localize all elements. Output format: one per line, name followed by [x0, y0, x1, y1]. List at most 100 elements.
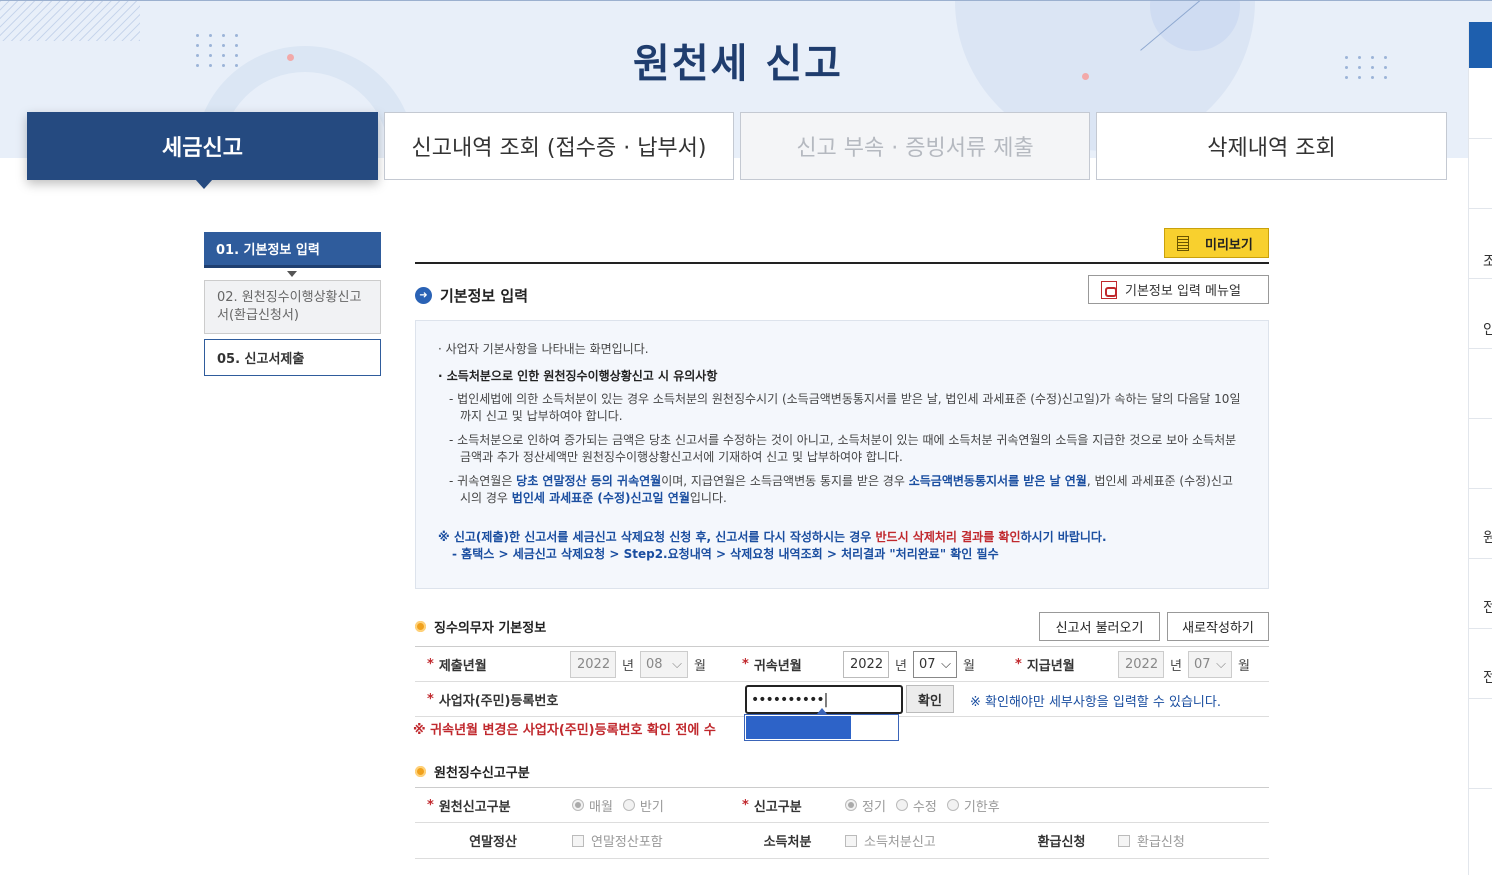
section-heading: 원천징수신고구분 — [415, 762, 530, 781]
notice-item: · 소득처분으로 인한 원천징수이행상황신고 시 유의사항 — [438, 369, 718, 383]
yearend-label: 연말정산 — [469, 835, 517, 850]
notice-warning: ※ 신고(제출)한 신고서를 세금신고 삭제요청 신청 후, 신고서를 다시 작… — [438, 529, 1246, 546]
unit-label: 년 — [895, 658, 907, 674]
bullet-icon — [415, 621, 426, 632]
label-text: 제출년월 — [438, 658, 487, 674]
option-label: 소득처분신고 — [864, 835, 936, 850]
report-type-options: 매월 반기 — [572, 788, 730, 822]
tab-attachment-submit[interactable]: 신고 부속 · 증빙서류 제출 — [740, 112, 1090, 180]
attr-ym-field: 2022 년 07 ⌵ 월 — [843, 647, 1003, 681]
refund-label: 환급신청 — [1037, 835, 1086, 850]
tab-tax-report[interactable]: 세금신고 — [27, 112, 378, 189]
option-label: 매월 — [589, 799, 613, 815]
confirm-button[interactable]: 확인 — [906, 685, 954, 713]
notice-box: · 사업자 기본사항을 나타내는 화면입니다. · 소득처분으로 인한 원천징수… — [415, 320, 1269, 589]
radio-monthly[interactable]: 매월 — [572, 796, 613, 815]
grid-row: * 제출년월 2022 년 08 ⌵ 월 * 귀속년월 2022 년 07 ⌵ 월 * 지… — [415, 647, 1269, 682]
side-panel-row — [1469, 698, 1492, 788]
report-kind-label: * 신고구분 — [742, 797, 802, 815]
checkbox-refund[interactable]: 환급신청 — [1118, 831, 1185, 850]
side-panel-edge: 조 인 원 전 전 — [1468, 22, 1492, 875]
pay-year-input[interactable]: 2022 — [1118, 650, 1164, 678]
notice-item: · 사업자 기본사항을 나타내는 화면입니다. — [438, 342, 649, 356]
submit-year-input[interactable]: 2022 — [570, 650, 616, 678]
side-panel-row: 인 — [1469, 278, 1492, 348]
tab-report-history[interactable]: 신고내역 조회 (접수증 · 납부서) — [384, 112, 734, 180]
notice-text: 하시기 바랍니다. — [1020, 530, 1107, 544]
chevron-down-icon: ⌵ — [672, 656, 682, 672]
preview-button[interactable]: 미리보기 — [1164, 228, 1269, 258]
autocomplete-highlight[interactable] — [746, 716, 851, 739]
attr-year-input[interactable]: 2022 — [843, 650, 889, 678]
select-value: 07 — [1193, 656, 1211, 672]
side-panel-row: 원 — [1469, 488, 1492, 558]
disposal-option: 소득처분신고 — [845, 823, 1003, 858]
select-value: 08 — [645, 656, 663, 672]
refund-option: 환급신청 — [1118, 823, 1269, 858]
checkbox-yearend[interactable]: 연말정산포함 — [572, 831, 663, 850]
notice-subitem: - 귀속연월은 당초 연말정산 등의 귀속연월이며, 지급연월은 소득금액변동 … — [449, 474, 1233, 505]
step-nav: 01. 기본정보 입력 02. 원천징수이행상황신고서(환급신청서) 05. 신… — [204, 232, 382, 376]
checkbox-icon — [845, 834, 857, 847]
tab-deletion-history[interactable]: 삭제내역 조회 — [1096, 112, 1447, 180]
submit-month-select[interactable]: 08 ⌵ — [639, 650, 688, 678]
unit-label: 월 — [693, 658, 706, 674]
biz-no-label: * 사업자(주민)등록번호 — [427, 691, 559, 709]
attr-month-select[interactable]: 07 ⌵ — [912, 650, 957, 678]
checkbox-icon — [1118, 834, 1130, 847]
option-label: 정기 — [862, 799, 886, 815]
load-report-button[interactable]: 신고서 불러오기 — [1039, 612, 1160, 641]
radio-icon — [572, 799, 584, 811]
preview-label: 미리보기 — [1205, 237, 1253, 253]
notice-path: - 홈택스 > 세금신고 삭제요청 > Step2.요청내역 > 삭제요청 내역… — [452, 547, 999, 561]
notice-emphasis: 반드시 삭제처리 결과를 확인 — [875, 530, 1021, 544]
side-panel-row — [1469, 348, 1492, 418]
chevron-down-icon: ⌵ — [1216, 656, 1226, 672]
report-kind-options: 정기 수정 기한후 — [845, 788, 1269, 822]
side-panel-row: 전 — [1469, 558, 1492, 628]
new-report-button[interactable]: 새로작성하기 — [1167, 612, 1269, 641]
unit-label: 년 — [1170, 658, 1182, 674]
notice-text: 이며, 지급연월은 소득금액변동 통지를 받은 경우 — [661, 474, 909, 488]
side-panel-row: 조 — [1469, 208, 1492, 278]
option-label: 반기 — [639, 799, 664, 815]
submit-ym-label: * 제출년월 — [427, 656, 487, 674]
period-change-warning: ※ 귀속년월 변경은 사업자(주민)등록번호 확인 전에 수 — [413, 723, 716, 738]
checkbox-disposal[interactable]: 소득처분신고 — [845, 831, 936, 850]
unit-label: 년 — [622, 658, 634, 674]
pdf-icon — [1101, 280, 1117, 299]
option-label: 연말정산포함 — [591, 835, 663, 850]
manual-button[interactable]: 기본정보 입력 메뉴얼 — [1088, 275, 1269, 304]
arrow-circle-icon: ➜ — [415, 287, 432, 304]
attr-ym-label: * 귀속년월 — [742, 656, 802, 674]
grid-row: * 원천신고구분 매월 반기 * 신고구분 정기 수정 기한후 — [415, 788, 1269, 823]
page-title: 원천세 신고 — [633, 41, 843, 87]
radio-regular[interactable]: 정기 — [845, 796, 886, 815]
radio-late[interactable]: 기한후 — [946, 796, 1000, 815]
section-heading: 징수의무자 기본정보 — [415, 617, 546, 636]
report-type-label: * 원천신고구분 — [427, 797, 511, 815]
submit-ym-field: 2022 년 08 ⌵ 월 — [570, 647, 730, 681]
radio-icon — [895, 799, 908, 811]
side-panel-row — [1469, 138, 1492, 208]
document-icon — [1177, 235, 1189, 251]
radio-half[interactable]: 반기 — [622, 796, 664, 815]
step-basic-info[interactable]: 01. 기본정보 입력 — [204, 232, 381, 268]
pay-month-select[interactable]: 07 ⌵ — [1187, 650, 1232, 678]
notice-subitem: - 소득처분으로 인하여 증가되는 금액은 당초 신고서를 수정하는 것이 아니… — [449, 433, 1237, 464]
radio-amend[interactable]: 수정 — [895, 796, 937, 815]
radio-icon — [622, 799, 635, 811]
label-text: 원천신고구분 — [438, 799, 511, 815]
label-text: 신고구분 — [753, 799, 802, 815]
section-title: 기본정보 입력 — [440, 287, 529, 305]
option-label: 수정 — [912, 799, 937, 815]
notice-text: 입니다. — [689, 491, 727, 505]
step-withholding-report[interactable]: 02. 원천징수이행상황신고서(환급신청서) — [204, 280, 381, 334]
divider — [415, 262, 1269, 264]
autocomplete-dropdown[interactable] — [744, 708, 899, 741]
radio-icon — [845, 799, 857, 811]
yearend-option: 연말정산포함 — [572, 823, 730, 858]
notice-text: 소득처분으로 인한 원천징수이행상황신고 시 유의사항 — [446, 369, 718, 383]
step-submit[interactable]: 05. 신고서제출 — [204, 339, 381, 376]
label-text: 지급년월 — [1026, 658, 1075, 674]
